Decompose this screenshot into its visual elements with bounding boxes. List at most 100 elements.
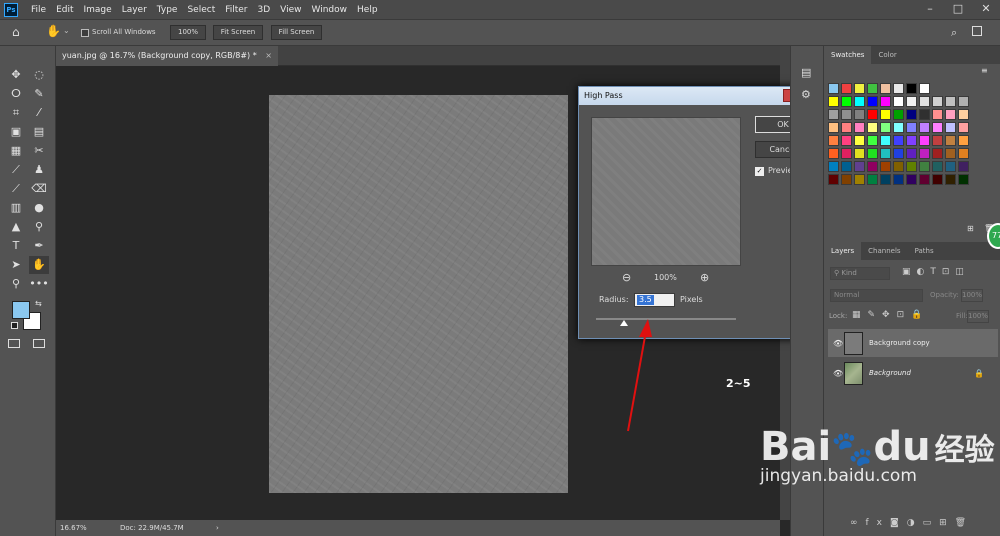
tab-color[interactable]: Color [871, 46, 903, 64]
search-icon[interactable]: ⌕ [951, 26, 957, 40]
swatch[interactable] [932, 135, 943, 146]
default-colors-icon[interactable] [11, 322, 18, 329]
fit-screen-button[interactable]: Fit Screen [213, 25, 263, 40]
swatch[interactable] [841, 83, 852, 94]
swatch[interactable] [945, 109, 956, 120]
swatch[interactable] [958, 96, 969, 107]
document-image[interactable] [269, 95, 568, 493]
swatch[interactable] [880, 148, 891, 159]
swatch[interactable] [932, 161, 943, 172]
swatch[interactable] [828, 122, 839, 133]
swatch[interactable] [906, 122, 917, 133]
layer-row-background-copy[interactable]: 👁 Background copy [828, 329, 998, 357]
swatch[interactable] [854, 161, 865, 172]
swatch[interactable] [828, 148, 839, 159]
menu-layer[interactable]: Layer [117, 5, 152, 15]
filter-preview[interactable] [591, 117, 741, 266]
quick-select-tool-icon[interactable]: ✎ [29, 85, 49, 103]
swatch[interactable] [906, 174, 917, 185]
swatch[interactable] [841, 174, 852, 185]
stamp-tool-icon[interactable]: ♟ [29, 161, 49, 179]
swatch[interactable] [945, 122, 956, 133]
zoom-out-icon[interactable]: ⊖ [622, 271, 631, 284]
swatch[interactable] [867, 83, 878, 94]
swatch[interactable] [932, 122, 943, 133]
visibility-eye-icon[interactable]: 👁 [833, 339, 843, 348]
status-menu-arrow[interactable]: › [216, 520, 219, 536]
hand-tool-icon[interactable]: ✋ [29, 256, 49, 274]
swatch[interactable] [893, 174, 904, 185]
swatch[interactable] [854, 109, 865, 120]
menu-image[interactable]: Image [79, 5, 117, 15]
crop-tool-icon[interactable]: ⌗ [6, 104, 26, 122]
swatch[interactable] [854, 174, 865, 185]
swatch[interactable] [828, 109, 839, 120]
swatch[interactable] [906, 96, 917, 107]
swatch[interactable] [828, 174, 839, 185]
swatch[interactable] [893, 83, 904, 94]
blend-mode-select[interactable]: Normal [830, 289, 923, 302]
swatch[interactable] [906, 161, 917, 172]
swatch[interactable] [880, 161, 891, 172]
zoom-tool-icon[interactable]: ⚲ [6, 275, 26, 293]
swatch[interactable] [958, 122, 969, 133]
marquee-tool-icon[interactable]: ◌ [29, 66, 49, 84]
swatch[interactable] [880, 109, 891, 120]
swatch[interactable] [828, 96, 839, 107]
layer-row-background[interactable]: 👁 Background 🔒 [828, 359, 998, 387]
swatch[interactable] [893, 122, 904, 133]
maximize-button[interactable]: □ [944, 0, 972, 20]
swatch[interactable] [867, 148, 878, 159]
swatch[interactable] [828, 83, 839, 94]
preview-checkbox[interactable]: ✓ [755, 167, 764, 176]
hand-tool-preset-icon[interactable]: ✋ [46, 24, 61, 38]
menu-type[interactable]: Type [152, 5, 183, 15]
pen-tool-icon[interactable]: ✒ [29, 237, 49, 255]
panel-menu-icon[interactable]: ≡ [981, 66, 988, 75]
swatch[interactable] [841, 96, 852, 107]
swatch[interactable] [932, 174, 943, 185]
swatch[interactable] [854, 83, 865, 94]
swatch[interactable] [841, 161, 852, 172]
lock-icons[interactable]: ▦✎✥⊡🔒 [852, 310, 929, 320]
menu-edit[interactable]: Edit [51, 5, 78, 15]
swatch[interactable] [867, 96, 878, 107]
swatch[interactable] [919, 161, 930, 172]
layer-actions-bar[interactable]: ∞fx◙◑▭⊞🗑 [850, 518, 974, 528]
adjustments-panel-icon[interactable]: ⚙ [801, 88, 811, 101]
quick-mask-icon[interactable] [8, 339, 20, 348]
gradient-tool-icon[interactable]: ▥ [6, 199, 26, 217]
swatch[interactable] [880, 135, 891, 146]
history-brush-tool-icon[interactable]: ✂ [29, 142, 49, 160]
swatch[interactable] [854, 122, 865, 133]
swatch[interactable] [945, 161, 956, 172]
swap-colors-icon[interactable]: ⇆ [35, 299, 42, 308]
swatch[interactable] [945, 135, 956, 146]
swatch[interactable] [893, 161, 904, 172]
swatch[interactable] [958, 135, 969, 146]
swatch[interactable] [919, 96, 930, 107]
document-tab[interactable]: yuan.jpg @ 16.7% (Background copy, RGB/8… [56, 46, 278, 66]
dodge-tool-icon[interactable]: ▲ [6, 218, 26, 236]
menu-help[interactable]: Help [352, 5, 383, 15]
radius-input[interactable]: 3.5 [634, 293, 675, 307]
swatch[interactable] [880, 174, 891, 185]
swatch[interactable] [867, 109, 878, 120]
swatch[interactable] [919, 148, 930, 159]
menu-view[interactable]: View [275, 5, 306, 15]
screen-mode-icon[interactable] [33, 339, 45, 348]
filter-kind-select[interactable]: ⚲ Kind [830, 267, 890, 280]
fill-input[interactable]: 100% [967, 310, 989, 323]
brush-tool-icon[interactable]: ▤ [29, 123, 49, 141]
eyedropper-tool-icon[interactable]: ⁄ [29, 104, 49, 122]
swatch[interactable] [828, 161, 839, 172]
swatch[interactable] [828, 135, 839, 146]
swatch[interactable] [906, 109, 917, 120]
minimize-button[interactable]: – [916, 0, 944, 20]
swatch[interactable] [919, 122, 930, 133]
swatch[interactable] [841, 122, 852, 133]
swatch[interactable] [841, 109, 852, 120]
swatch[interactable] [919, 174, 930, 185]
swatch[interactable] [854, 135, 865, 146]
tab-channels[interactable]: Channels [861, 242, 907, 260]
